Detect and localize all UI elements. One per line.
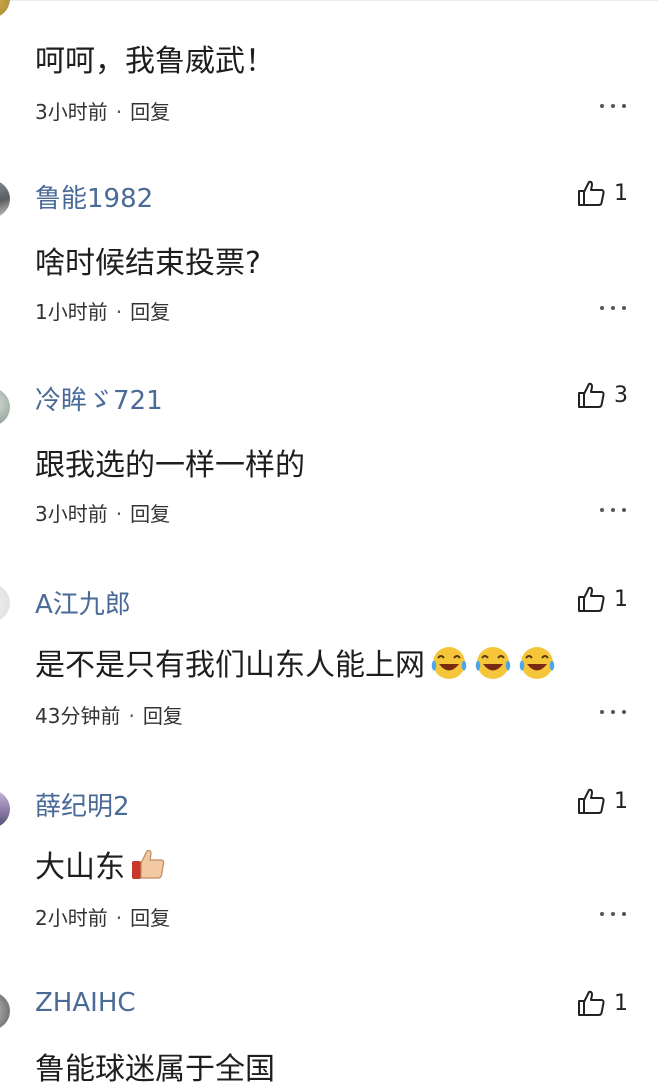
comment-text: 是不是只有我们山东人能上网 xyxy=(35,640,557,684)
thumbs-up-outline-icon xyxy=(578,788,605,814)
thumbs-up-outline-icon xyxy=(578,382,605,408)
reply-link[interactable]: 回复 xyxy=(130,100,170,124)
meta-separator: · xyxy=(115,100,123,124)
crying-laughing-emoji xyxy=(475,647,511,679)
like-button[interactable]: 3 xyxy=(576,380,628,410)
like-button[interactable]: 1 xyxy=(576,584,628,614)
meta-separator: · xyxy=(115,300,123,324)
reply-link[interactable]: 回复 xyxy=(143,704,183,728)
comment-text-body: 大山东 xyxy=(35,850,125,885)
crying-laughing-emoji xyxy=(431,647,467,679)
more-dots-icon[interactable] xyxy=(600,710,626,714)
avatar[interactable] xyxy=(0,180,10,218)
comment-time: 43分钟前 xyxy=(35,704,121,728)
comment-item: 薛纪明2 1 大山东 2小时前 · 回复 xyxy=(0,756,658,958)
avatar[interactable] xyxy=(0,388,10,426)
avatar[interactable] xyxy=(0,0,10,18)
avatar[interactable] xyxy=(0,584,10,622)
comment-text: 呵呵，我鲁威武！ xyxy=(35,44,275,79)
like-count: 1 xyxy=(614,788,628,814)
like-count: 1 xyxy=(614,180,628,206)
crying-laughing-emoji xyxy=(519,647,555,679)
comment-username[interactable]: ZHAIHC xyxy=(35,988,136,1018)
comment-item: 冷眸ゞ721 3 跟我选的一样一样的 3小时前 · 回复 xyxy=(0,352,658,554)
comment-time: 2小时前 xyxy=(35,906,108,930)
reply-link[interactable]: 回复 xyxy=(130,906,170,930)
comment-item: ZHAIHC 1 鲁能球迷属于全国 xyxy=(0,958,658,1087)
like-button[interactable]: 1 xyxy=(576,786,628,816)
like-button[interactable]: 1 xyxy=(576,178,628,208)
comment-meta: 2小时前 · 回复 xyxy=(35,902,170,931)
comment-username[interactable]: 鲁能1982 xyxy=(35,178,153,215)
comment-item: A江九郎 1 是不是只有我们山东人能上网 43分钟前 · 回复 xyxy=(0,554,658,756)
comment-text: 啥时候结束投票? xyxy=(35,246,261,281)
like-count: 1 xyxy=(614,586,628,612)
comment-meta: 3小时前 · 回复 xyxy=(35,498,170,527)
thumbs-up-outline-icon xyxy=(578,180,605,206)
thumbs-up-outline-icon xyxy=(578,586,605,612)
comment-time: 3小时前 xyxy=(35,100,108,124)
meta-separator: · xyxy=(115,502,123,526)
like-count: 1 xyxy=(614,990,628,1016)
meta-separator: · xyxy=(115,906,123,930)
meta-separator: · xyxy=(128,704,135,728)
comment-meta: 1小时前 · 回复 xyxy=(35,296,170,325)
like-button[interactable]: 1 xyxy=(576,988,628,1018)
thumbs-up-outline-icon xyxy=(578,990,605,1016)
reply-link[interactable]: 回复 xyxy=(130,300,170,324)
more-dots-icon[interactable] xyxy=(600,104,626,108)
more-dots-icon[interactable] xyxy=(600,912,626,916)
comment-item: 鲁能1982 1 啥时候结束投票? 1小时前 · 回复 xyxy=(0,150,658,352)
like-count: 3 xyxy=(614,382,628,408)
comment-time: 1小时前 xyxy=(35,300,108,324)
avatar[interactable] xyxy=(0,790,10,828)
comment-text: 大山东 xyxy=(35,842,167,886)
comment-meta: 43分钟前 · 回复 xyxy=(35,700,183,729)
more-dots-icon[interactable] xyxy=(600,508,626,512)
thumbs-up-emoji xyxy=(132,849,165,879)
comment-time: 3小时前 xyxy=(35,502,108,526)
comment-meta: 3小时前 · 回复 xyxy=(35,96,170,125)
reply-link[interactable]: 回复 xyxy=(130,502,170,526)
avatar[interactable] xyxy=(0,992,10,1030)
comment-username[interactable]: 冷眸ゞ721 xyxy=(35,380,163,417)
comment-item: 呵呵，我鲁威武！ 3小时前 · 回复 xyxy=(0,0,658,150)
comment-text-body: 是不是只有我们山东人能上网 xyxy=(35,648,425,683)
comment-username[interactable]: A江九郎 xyxy=(35,584,131,621)
comment-text: 跟我选的一样一样的 xyxy=(35,448,305,483)
comment-text: 鲁能球迷属于全国 xyxy=(35,1052,275,1087)
comment-username[interactable]: 薛纪明2 xyxy=(35,786,130,823)
more-dots-icon[interactable] xyxy=(600,306,626,310)
